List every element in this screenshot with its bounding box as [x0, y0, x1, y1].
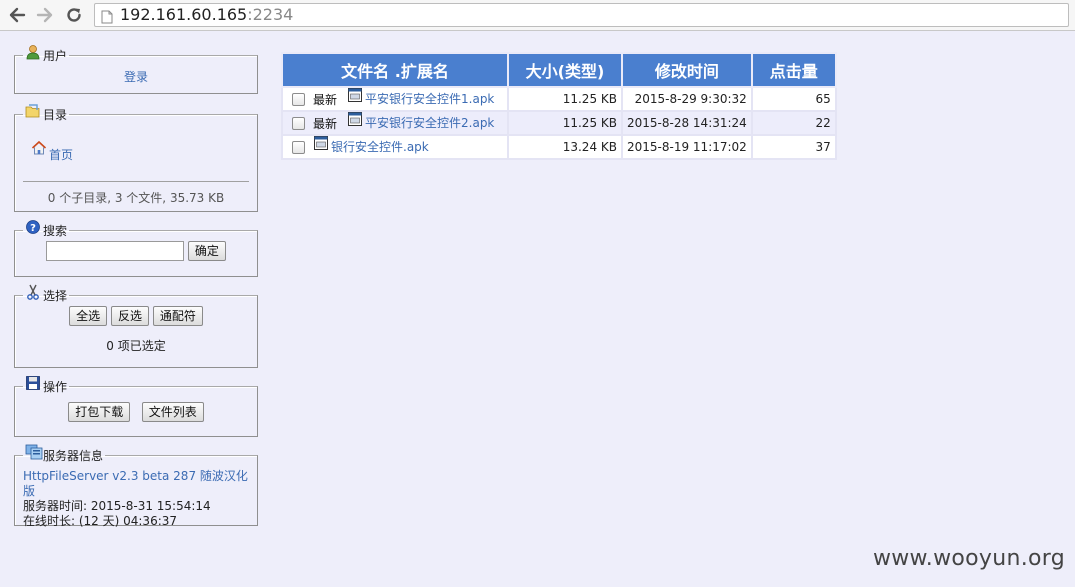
forward-button[interactable]: [34, 4, 56, 26]
select-panel: 选择 全选 反选 通配符 0 项已选定: [14, 284, 258, 368]
url-port: :2234: [247, 5, 294, 24]
browser-toolbar: 192.161.60.165:2234: [0, 0, 1075, 31]
url-text: 192.161.60.165:2234: [120, 4, 293, 26]
back-button[interactable]: [6, 4, 28, 26]
column-header-size[interactable]: 大小(类型): [507, 52, 623, 88]
reload-icon: [67, 8, 81, 22]
table-row: 最新 平安银行安全控件1.apk 11.25 KB 2015-8-29 9:30…: [281, 86, 837, 112]
directory-divider: [23, 181, 249, 182]
help-search-icon: ?: [25, 219, 41, 235]
user-panel-title: 用户: [43, 49, 68, 63]
file-link[interactable]: 平安银行安全控件1.apk: [365, 92, 494, 106]
row-checkbox[interactable]: [292, 140, 305, 154]
scissors-icon: [25, 284, 41, 300]
url-host: 192.161.60.165: [120, 5, 248, 24]
file-link[interactable]: 银行安全控件.apk: [331, 140, 429, 154]
column-header-name[interactable]: 文件名 .扩展名: [281, 52, 509, 88]
file-table: 文件名 .扩展名 大小(类型) 修改时间 点击量 最新 平安银行安全控件1.ap…: [281, 52, 837, 160]
file-size-cell: 13.24 KB: [507, 134, 623, 160]
page-icon: [101, 8, 113, 30]
file-name-cell: 最新 平安银行安全控件2.apk: [281, 110, 509, 136]
search-panel-title: 搜索: [43, 224, 68, 238]
wildcard-button[interactable]: 通配符: [152, 306, 203, 326]
server-info-panel: 服务器信息 HttpFileServer v2.3 beta 287 随波汉化版…: [14, 444, 258, 528]
watermark-text: www.wooyun.org: [872, 546, 1065, 571]
server-info-panel-legend: 服务器信息: [23, 444, 105, 463]
server-uptime: 在线时长: (12 天) 04:36:37: [23, 514, 178, 528]
operations-panel-legend: 操作: [23, 375, 69, 394]
table-row: 最新 平安银行安全控件2.apk 11.25 KB 2015-8-28 14:3…: [281, 110, 837, 136]
new-tag: 最新: [313, 116, 338, 131]
server-time: 服务器时间: 2015-8-31 15:54:14: [23, 499, 211, 513]
address-bar[interactable]: 192.161.60.165:2234: [94, 3, 1069, 27]
directory-summary: 0 个子目录, 3 个文件, 35.73 KB: [47, 191, 225, 205]
row-checkbox[interactable]: [292, 116, 305, 130]
column-header-hits[interactable]: 点击量: [750, 52, 837, 88]
row-checkbox[interactable]: [292, 92, 305, 106]
file-modified-cell: 2015-8-19 11:17:02: [621, 134, 753, 160]
floppy-disk-icon: [25, 375, 41, 391]
file-apk-icon: [313, 135, 329, 154]
search-panel-legend: ? 搜索: [23, 219, 69, 238]
svg-text:?: ?: [30, 223, 36, 234]
file-hits-cell: 37: [750, 134, 837, 160]
search-submit-button[interactable]: 确定: [187, 241, 226, 261]
login-link[interactable]: 登录: [124, 70, 148, 84]
search-panel: ? 搜索 确定: [14, 219, 258, 277]
file-name-cell: 银行安全控件.apk: [281, 134, 509, 160]
search-input[interactable]: [46, 241, 185, 261]
file-size-cell: 11.25 KB: [507, 110, 623, 136]
file-apk-icon: [347, 111, 363, 130]
reload-button[interactable]: [63, 4, 85, 26]
file-modified-cell: 2015-8-29 9:30:32: [621, 86, 753, 112]
file-table-header: 文件名 .扩展名 大小(类型) 修改时间 点击量: [281, 52, 837, 88]
selection-status: 0 项已选定: [106, 339, 166, 353]
file-hits-cell: 22: [750, 110, 837, 136]
file-size-cell: 11.25 KB: [507, 86, 623, 112]
file-modified-cell: 2015-8-28 14:31:24: [621, 110, 753, 136]
select-panel-legend: 选择: [23, 284, 69, 303]
file-link[interactable]: 平安银行安全控件2.apk: [365, 116, 494, 130]
user-icon: [25, 44, 41, 60]
operations-panel-title: 操作: [43, 380, 68, 394]
server-version-link[interactable]: HttpFileServer v2.3 beta 287 随波汉化版: [23, 469, 248, 498]
file-hits-cell: 65: [750, 86, 837, 112]
user-panel-legend: 用户: [23, 44, 69, 63]
directory-panel-legend: 目录: [23, 103, 69, 122]
directory-panel: 目录 首页 0 个子目录, 3 个文件, 35.73 KB: [14, 103, 258, 212]
invert-selection-button[interactable]: 反选: [110, 306, 149, 326]
file-list-button[interactable]: 文件列表: [141, 402, 204, 422]
file-name-cell: 最新 平安银行安全控件1.apk: [281, 86, 509, 112]
arrow-right-icon: [36, 7, 53, 23]
folder-icon: [25, 103, 41, 119]
table-row: 银行安全控件.apk 13.24 KB 2015-8-19 11:17:02 3…: [281, 134, 837, 160]
file-apk-icon: [347, 87, 363, 106]
select-panel-title: 选择: [43, 289, 68, 303]
new-tag: 最新: [313, 92, 338, 107]
operations-panel: 操作 打包下载 文件列表: [14, 375, 258, 437]
server-info-panel-title: 服务器信息: [43, 449, 104, 463]
column-header-modified[interactable]: 修改时间: [621, 52, 753, 88]
home-link[interactable]: 首页: [49, 146, 73, 163]
user-panel: 用户 登录: [14, 44, 258, 94]
server-icon: [25, 444, 43, 460]
home-icon: [31, 140, 47, 159]
select-all-button[interactable]: 全选: [69, 306, 108, 326]
arrow-left-icon: [9, 7, 26, 23]
pack-download-button[interactable]: 打包下载: [68, 402, 131, 422]
directory-panel-title: 目录: [43, 108, 68, 122]
